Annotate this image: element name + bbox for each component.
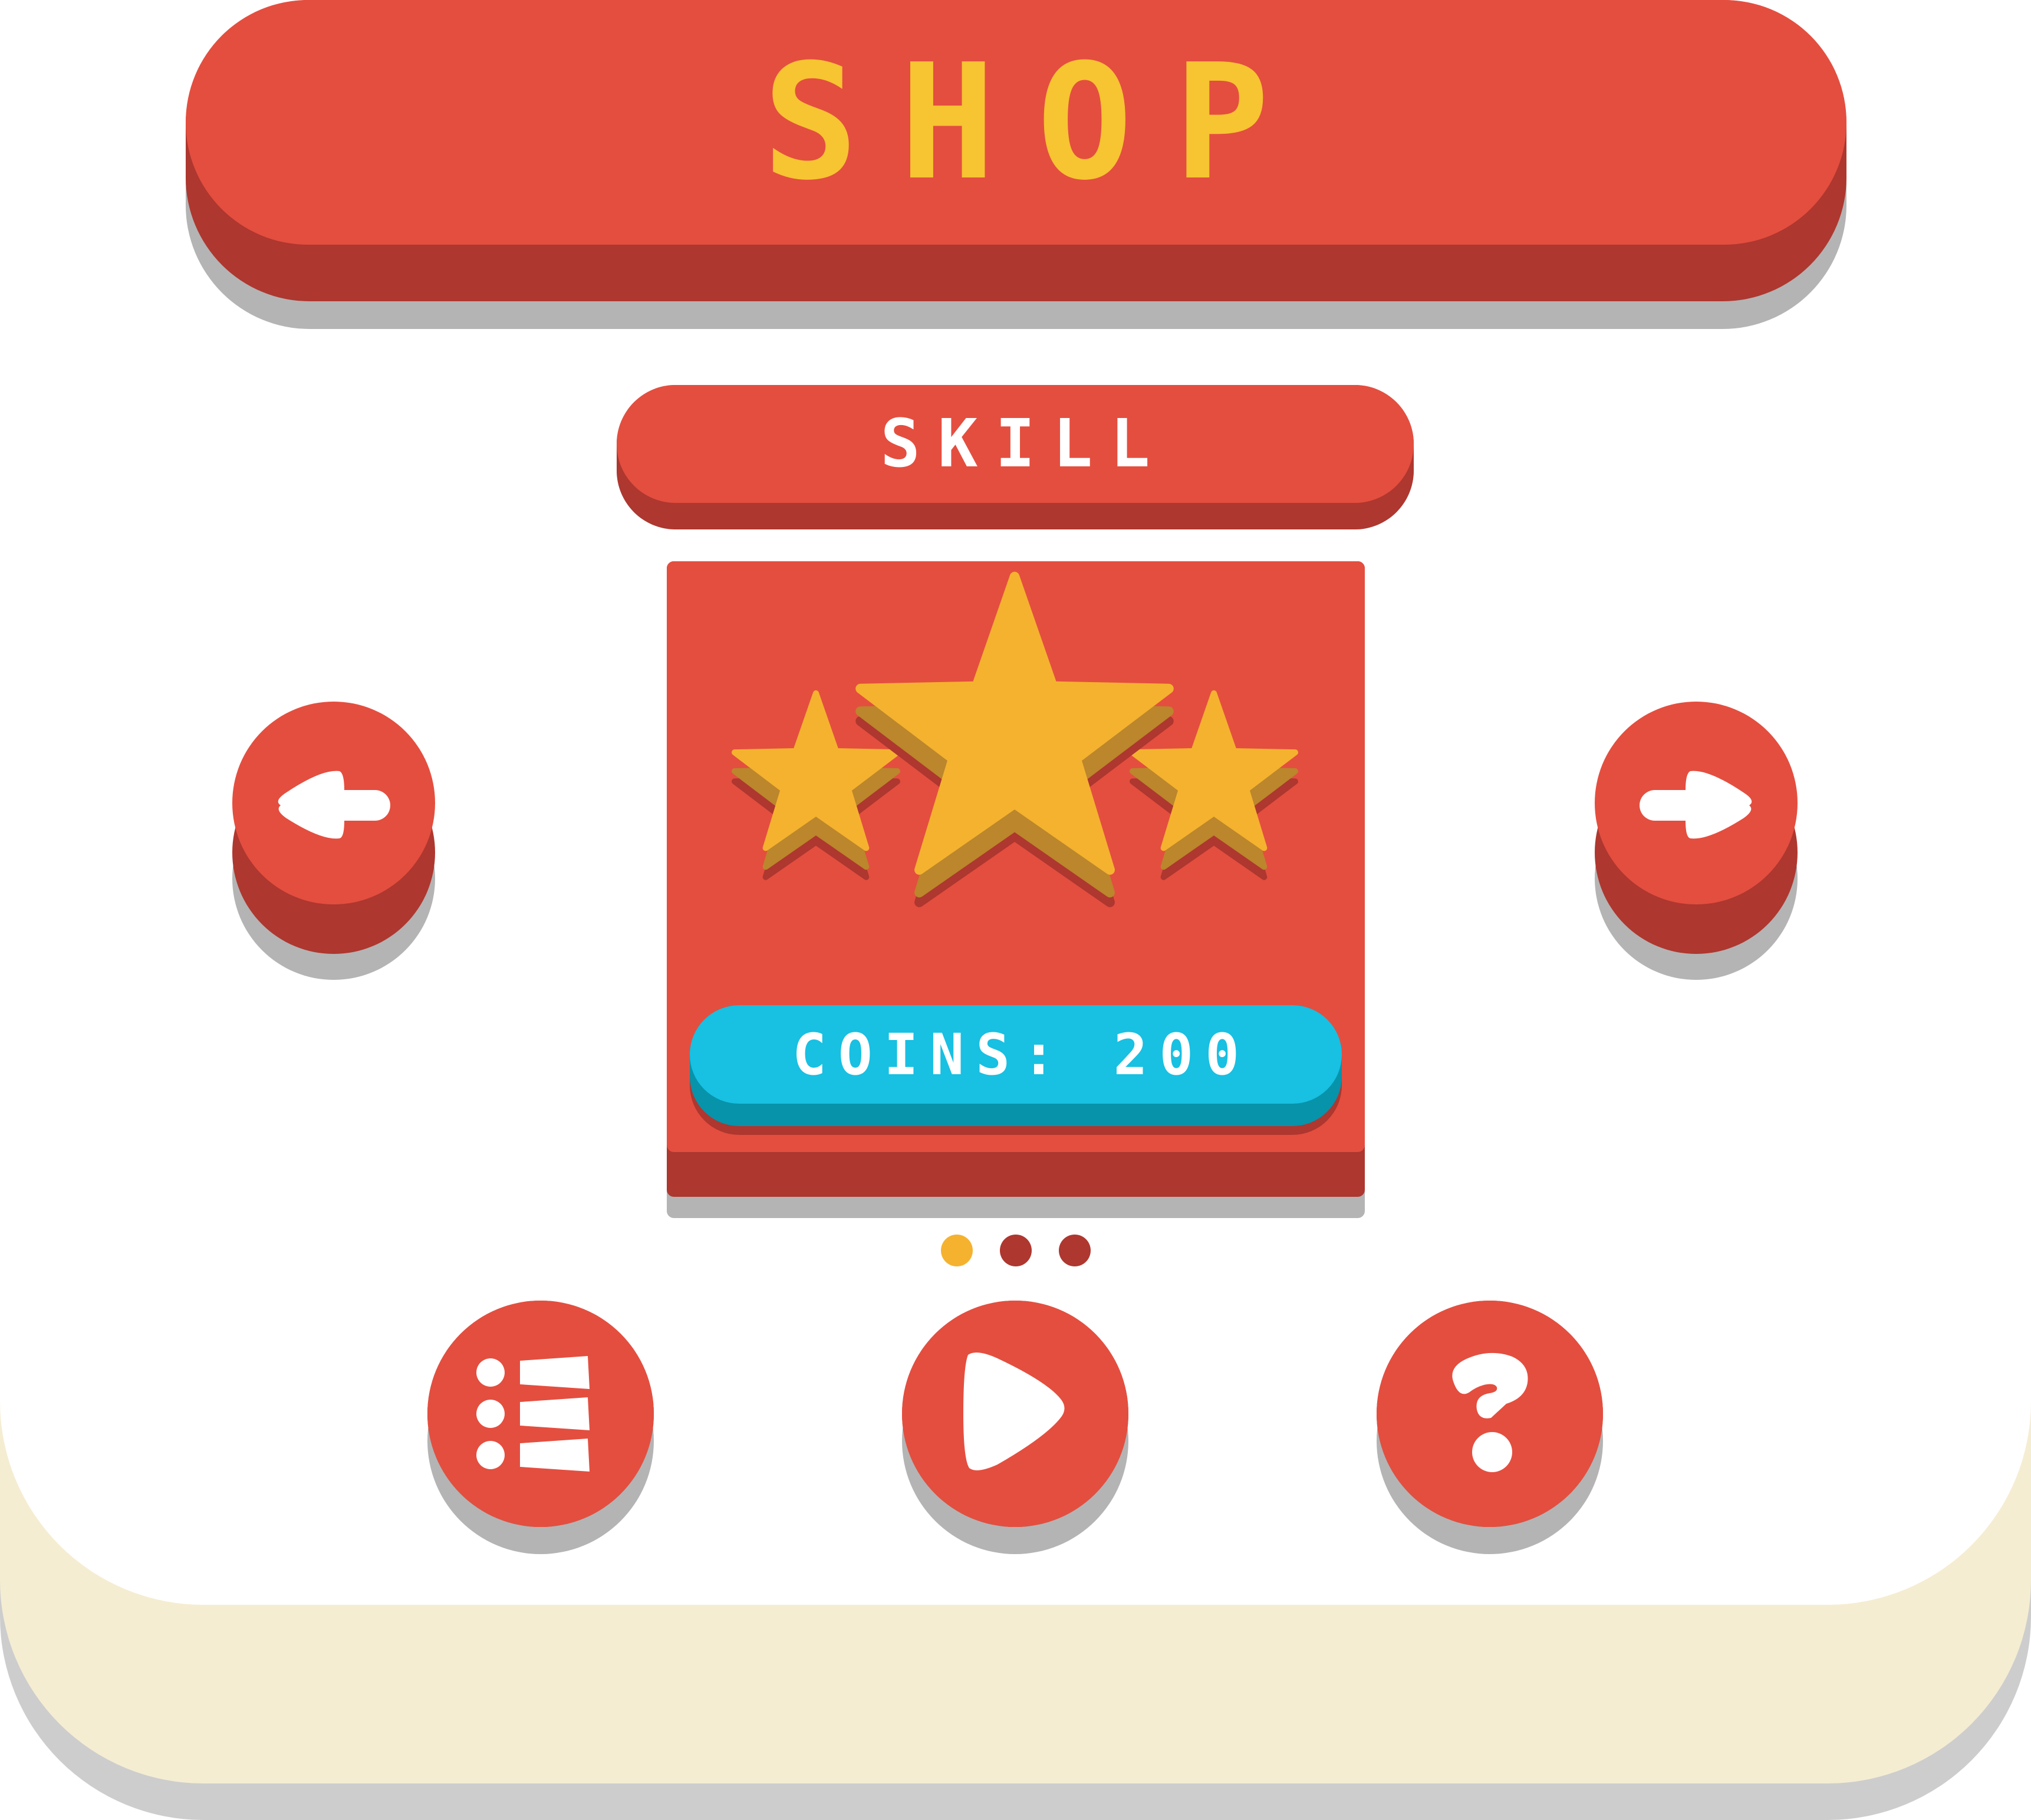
price-label: COINS: 200: [792, 1021, 1251, 1088]
three-stars-icon: [667, 561, 1365, 986]
play-button[interactable]: [902, 1301, 1128, 1527]
play-icon: [963, 1352, 1065, 1470]
question-mark-icon: [1452, 1352, 1528, 1472]
item-name: SKILL: [880, 406, 1168, 482]
pager-dot-1[interactable]: [941, 1235, 973, 1266]
big-star-icon: [860, 577, 1168, 902]
prev-button[interactable]: [232, 702, 435, 904]
pager-dot-3[interactable]: [1059, 1235, 1091, 1266]
page-title: SHOP: [762, 29, 1311, 215]
title-bar: SHOP: [186, 0, 1846, 245]
menu-button[interactable]: [427, 1301, 654, 1527]
arrow-right-icon: [1640, 771, 1752, 839]
next-button[interactable]: [1595, 702, 1798, 904]
arrow-left-icon: [278, 771, 390, 839]
pager-dot-2[interactable]: [1000, 1235, 1032, 1266]
item-name-bar: SKILL: [617, 385, 1414, 503]
list-icon: [476, 1356, 590, 1472]
help-button[interactable]: [1377, 1301, 1603, 1527]
price-button[interactable]: COINS: 200: [690, 1005, 1342, 1104]
